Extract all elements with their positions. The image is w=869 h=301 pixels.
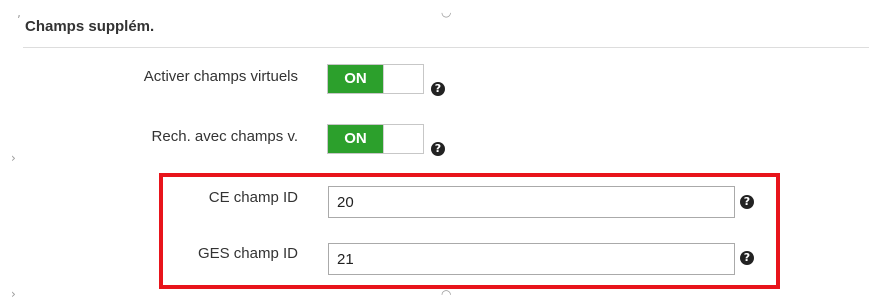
toggle-on-label: ON xyxy=(328,65,383,93)
virtual-fields-label: Activer champs virtuels xyxy=(143,68,298,85)
help-icon[interactable]: ? xyxy=(431,82,445,96)
search-virtual-fields-toggle[interactable]: ON xyxy=(327,124,424,154)
toggle-knob xyxy=(383,125,423,153)
ce-field-id-label: CE champ ID xyxy=(208,189,298,206)
section-divider xyxy=(23,47,869,48)
help-icon[interactable]: ? xyxy=(431,142,445,156)
help-icon[interactable]: ? xyxy=(740,251,754,265)
corner-mark-icon: ʼ xyxy=(17,13,21,27)
toggle-knob xyxy=(383,65,423,93)
toggle-on-label: ON xyxy=(328,125,383,153)
edge-mark-icon: › xyxy=(11,151,16,165)
bottom-mark-icon: ◠ xyxy=(441,287,452,301)
ges-field-id-input[interactable] xyxy=(328,243,735,275)
chevron-down-icon: ◡ xyxy=(441,5,452,19)
edge-mark-icon: › xyxy=(11,287,16,301)
section-title: Champs supplém. xyxy=(25,18,155,35)
ce-field-id-input[interactable] xyxy=(328,186,735,218)
search-virtual-fields-label: Rech. avec champs v. xyxy=(151,128,298,145)
virtual-fields-toggle[interactable]: ON xyxy=(327,64,424,94)
help-icon[interactable]: ? xyxy=(740,195,754,209)
ges-field-id-label: GES champ ID xyxy=(197,245,298,262)
